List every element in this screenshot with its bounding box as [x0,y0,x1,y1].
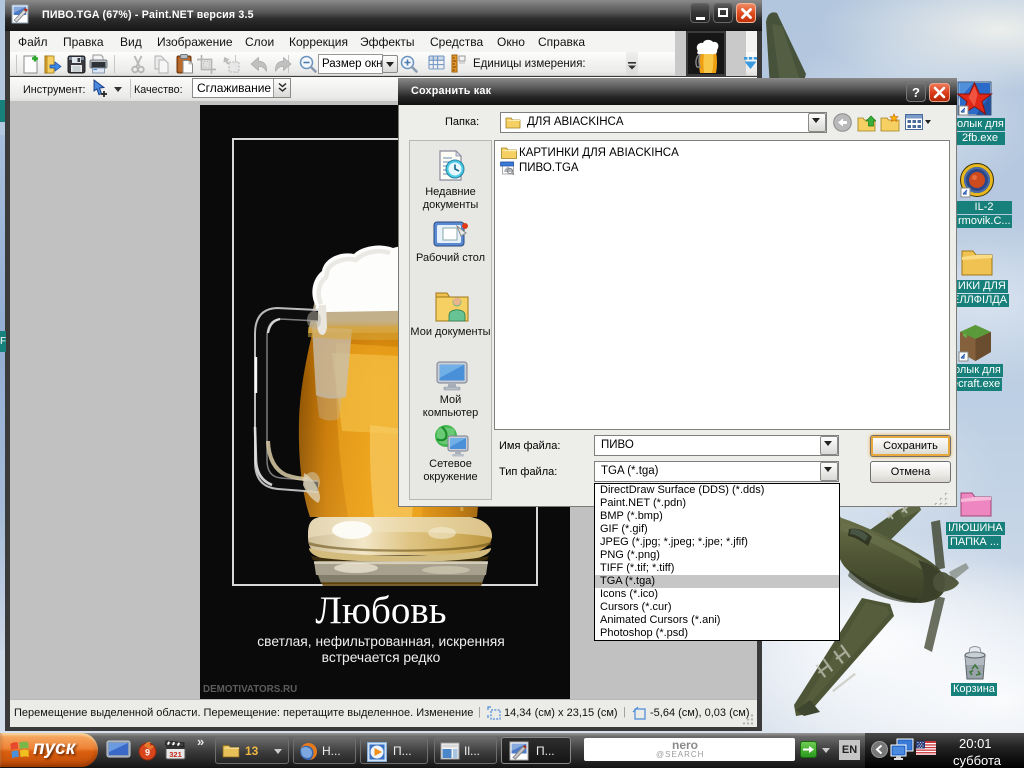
svg-text:321: 321 [169,750,182,759]
svg-text:DEMOTIVATORS.RU: DEMOTIVATORS.RU [203,684,297,695]
svg-text:встречается редко: встречается редко [322,650,441,665]
svg-text:светлая, нефильтрованная, искр: светлая, нефильтрованная, искренняя [257,634,504,649]
svg-text:Любовь: Любовь [315,589,446,632]
svg-text:9: 9 [145,748,150,758]
